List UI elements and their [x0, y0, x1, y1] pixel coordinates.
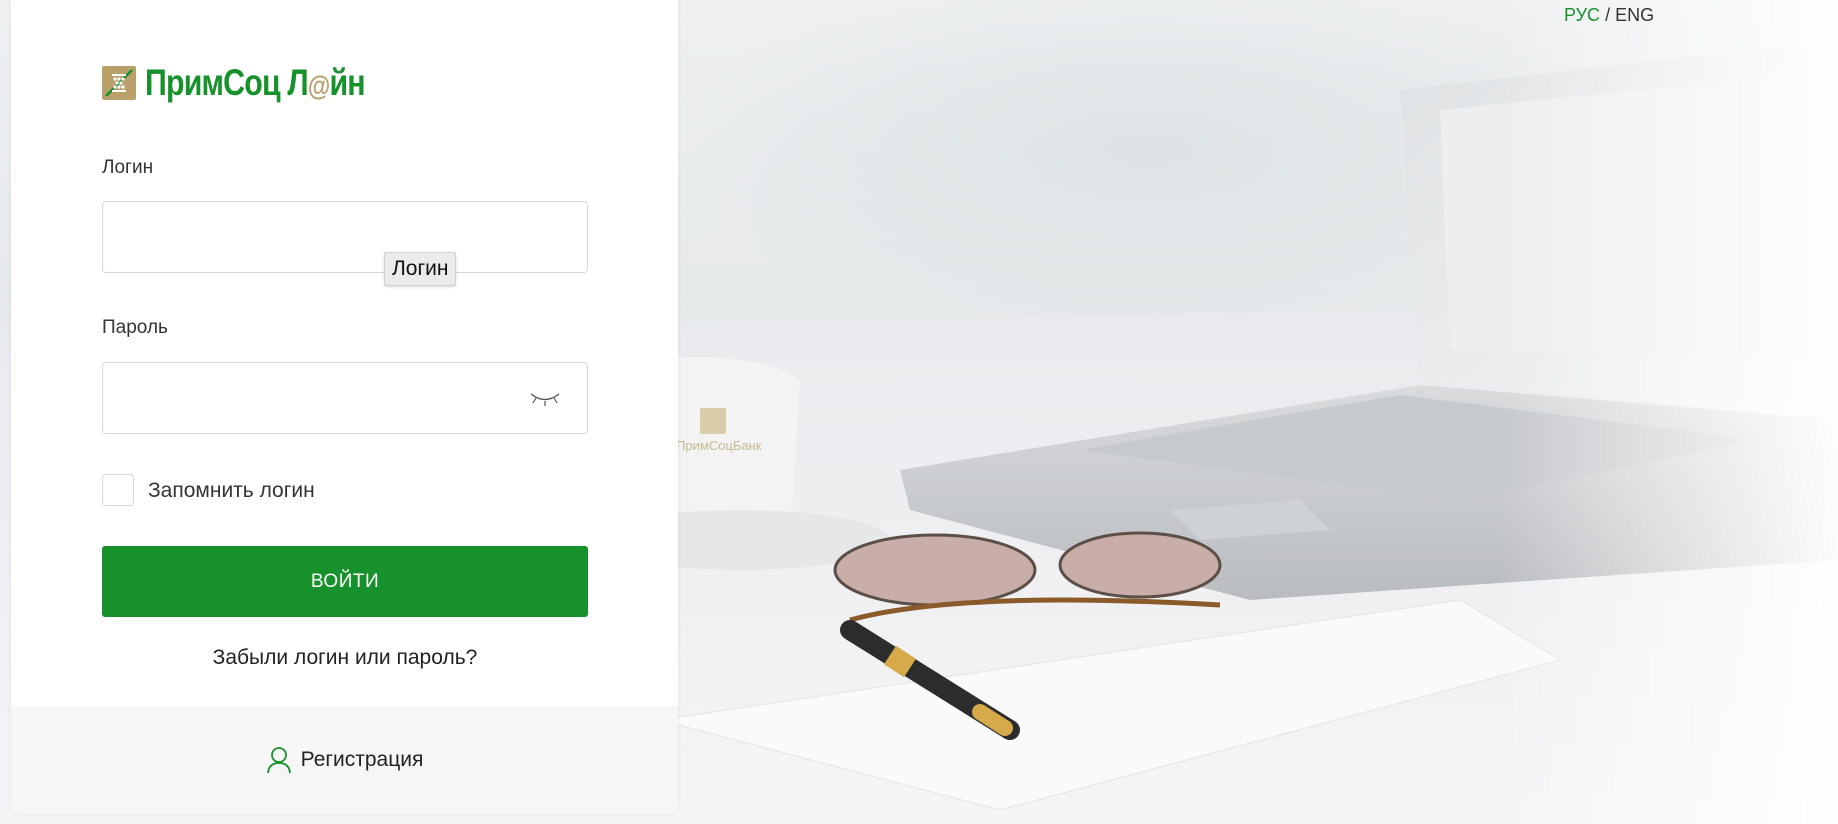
eye-closed-icon[interactable]	[529, 389, 561, 407]
bank-logo-icon	[102, 66, 136, 100]
mug-logo-text: ПримСоцБанк	[676, 438, 762, 453]
password-input[interactable]	[102, 362, 588, 434]
register-link[interactable]: Регистрация	[266, 746, 424, 774]
lang-en-link[interactable]: ENG	[1615, 5, 1654, 25]
brand-name-at: @	[307, 70, 330, 101]
login-input[interactable]	[102, 201, 588, 273]
forgot-credentials-link[interactable]: Забыли логин или пароль?	[102, 646, 588, 670]
login-submit-button[interactable]: ВОЙТИ	[102, 546, 588, 617]
brand-name: ПримСоц Л@йн	[145, 62, 366, 104]
login-tooltip: Логин	[384, 252, 457, 286]
remember-label[interactable]: Запомнить логин	[148, 479, 315, 503]
register-label[interactable]: Регистрация	[301, 748, 424, 772]
user-icon	[266, 747, 291, 774]
brand-logo: ПримСоц Л@йн	[102, 62, 413, 103]
login-label: Логин	[102, 157, 154, 178]
language-switch: РУС / ENG	[1564, 5, 1654, 26]
password-label: Пароль	[102, 317, 168, 338]
lang-ru-link[interactable]: РУС	[1564, 5, 1600, 25]
remember-checkbox[interactable]	[102, 474, 134, 506]
brand-name-part2: йн	[329, 62, 365, 103]
card-footer: Регистрация	[11, 706, 678, 814]
login-card: ПримСоц Л@йн Логин Пароль Запомнить логи…	[11, 0, 678, 814]
lang-separator: /	[1605, 5, 1611, 25]
brand-name-part1: ПримСоц Л	[145, 62, 309, 103]
